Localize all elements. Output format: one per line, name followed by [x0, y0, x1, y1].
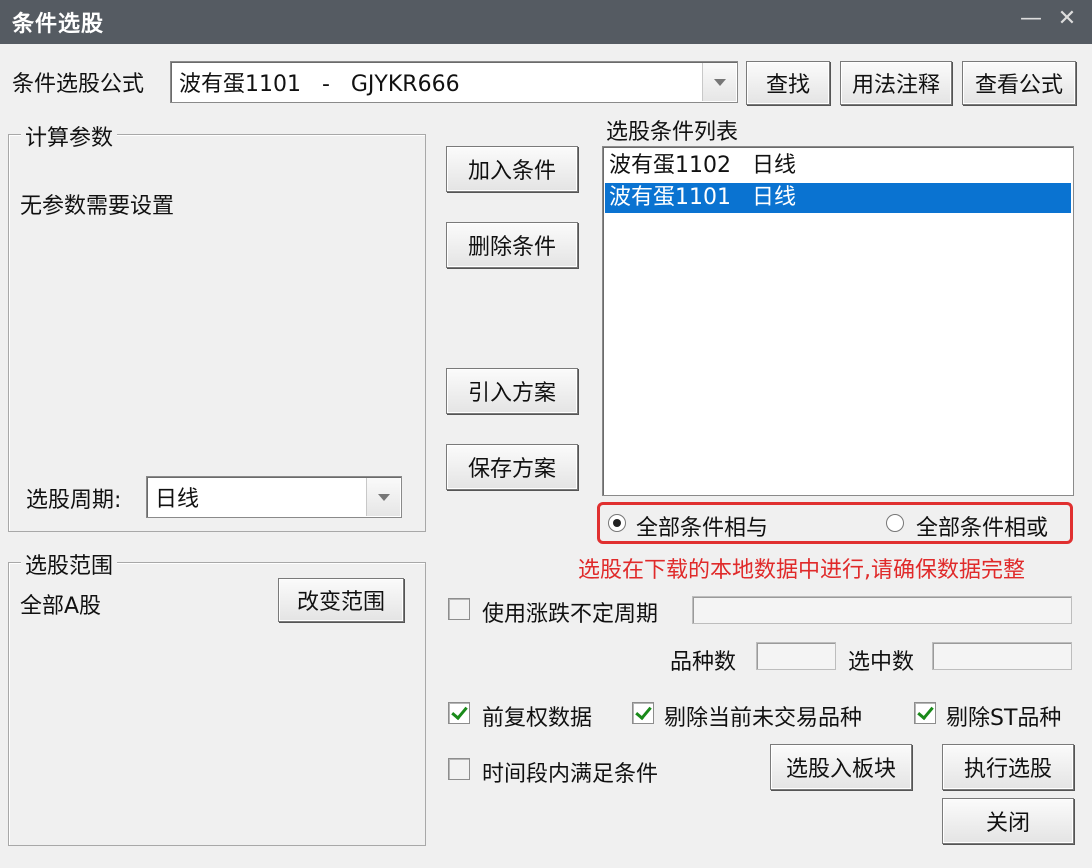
- count-field: [756, 642, 836, 670]
- stock-range-value: 全部A股: [20, 594, 102, 619]
- window-title: 条件选股: [12, 12, 105, 37]
- logic-and-radio[interactable]: [608, 514, 626, 532]
- no-params-text: 无参数需要设置: [20, 194, 175, 219]
- forward-adjust-checkbox[interactable]: [448, 702, 470, 724]
- calc-params-title: 计算参数: [21, 120, 118, 152]
- save-plan-button[interactable]: 保存方案: [446, 444, 578, 490]
- formula-select[interactable]: 波有蛋1101 - GJYKR666: [170, 61, 738, 103]
- add-to-block-button[interactable]: 选股入板块: [770, 744, 912, 790]
- logic-or-label[interactable]: 全部条件相或: [916, 510, 1048, 542]
- change-range-button[interactable]: 改变范围: [278, 578, 404, 622]
- chevron-down-icon: [377, 493, 390, 501]
- formula-label: 条件选股公式: [12, 72, 145, 97]
- condition-list[interactable]: 波有蛋1102 日线 波有蛋1101 日线: [602, 146, 1074, 496]
- execute-selection-button[interactable]: 执行选股: [942, 744, 1074, 790]
- import-plan-button[interactable]: 引入方案: [446, 368, 578, 414]
- condition-list-title: 选股条件列表: [606, 120, 739, 145]
- condition-item[interactable]: 波有蛋1102 日线: [605, 151, 1071, 181]
- selected-count-field: [932, 642, 1072, 670]
- chevron-down-icon: [713, 78, 726, 86]
- logic-and-label[interactable]: 全部条件相与: [636, 510, 768, 542]
- time-range-checkbox[interactable]: [448, 758, 470, 780]
- period-dropdown-button[interactable]: [366, 478, 400, 516]
- find-button[interactable]: 查找: [746, 61, 830, 105]
- minimize-icon[interactable]: —: [1016, 6, 1046, 31]
- variable-period-field[interactable]: [692, 596, 1072, 624]
- view-formula-button[interactable]: 查看公式: [962, 61, 1076, 105]
- delete-condition-button[interactable]: 删除条件: [446, 222, 578, 268]
- count-label: 品种数: [670, 650, 737, 675]
- condition-stock-picker-dialog: 条件选股 — ✕ 条件选股公式 波有蛋1101 - GJYKR666 查找 用法…: [0, 0, 1092, 868]
- period-value: 日线: [155, 487, 200, 512]
- usage-notes-button[interactable]: 用法注释: [840, 61, 952, 105]
- exclude-untraded-label[interactable]: 剔除当前未交易品种: [664, 700, 862, 732]
- title-bar: 条件选股 — ✕: [0, 0, 1092, 44]
- close-button[interactable]: 关闭: [942, 798, 1074, 844]
- formula-value: 波有蛋1101 - GJYKR666: [179, 72, 460, 97]
- logic-or-radio[interactable]: [886, 514, 904, 532]
- local-data-notice: 选股在下载的本地数据中进行,请确保数据完整: [578, 558, 1025, 583]
- time-range-label[interactable]: 时间段内满足条件: [482, 756, 658, 788]
- variable-period-checkbox[interactable]: [448, 598, 470, 620]
- exclude-st-checkbox[interactable]: [914, 702, 936, 724]
- period-select[interactable]: 日线: [146, 476, 402, 518]
- stock-range-title: 选股范围: [21, 548, 118, 580]
- exclude-untraded-checkbox[interactable]: [632, 702, 654, 724]
- selected-count-label: 选中数: [848, 650, 915, 675]
- condition-item-selected[interactable]: 波有蛋1101 日线: [605, 183, 1071, 213]
- variable-period-label[interactable]: 使用涨跌不定周期: [482, 596, 658, 628]
- close-icon[interactable]: ✕: [1052, 6, 1082, 31]
- add-condition-button[interactable]: 加入条件: [446, 146, 578, 192]
- forward-adjust-label[interactable]: 前复权数据: [482, 700, 592, 732]
- formula-dropdown-button[interactable]: [702, 63, 736, 101]
- exclude-st-label[interactable]: 剔除ST品种: [946, 700, 1061, 732]
- period-label: 选股周期:: [26, 488, 122, 513]
